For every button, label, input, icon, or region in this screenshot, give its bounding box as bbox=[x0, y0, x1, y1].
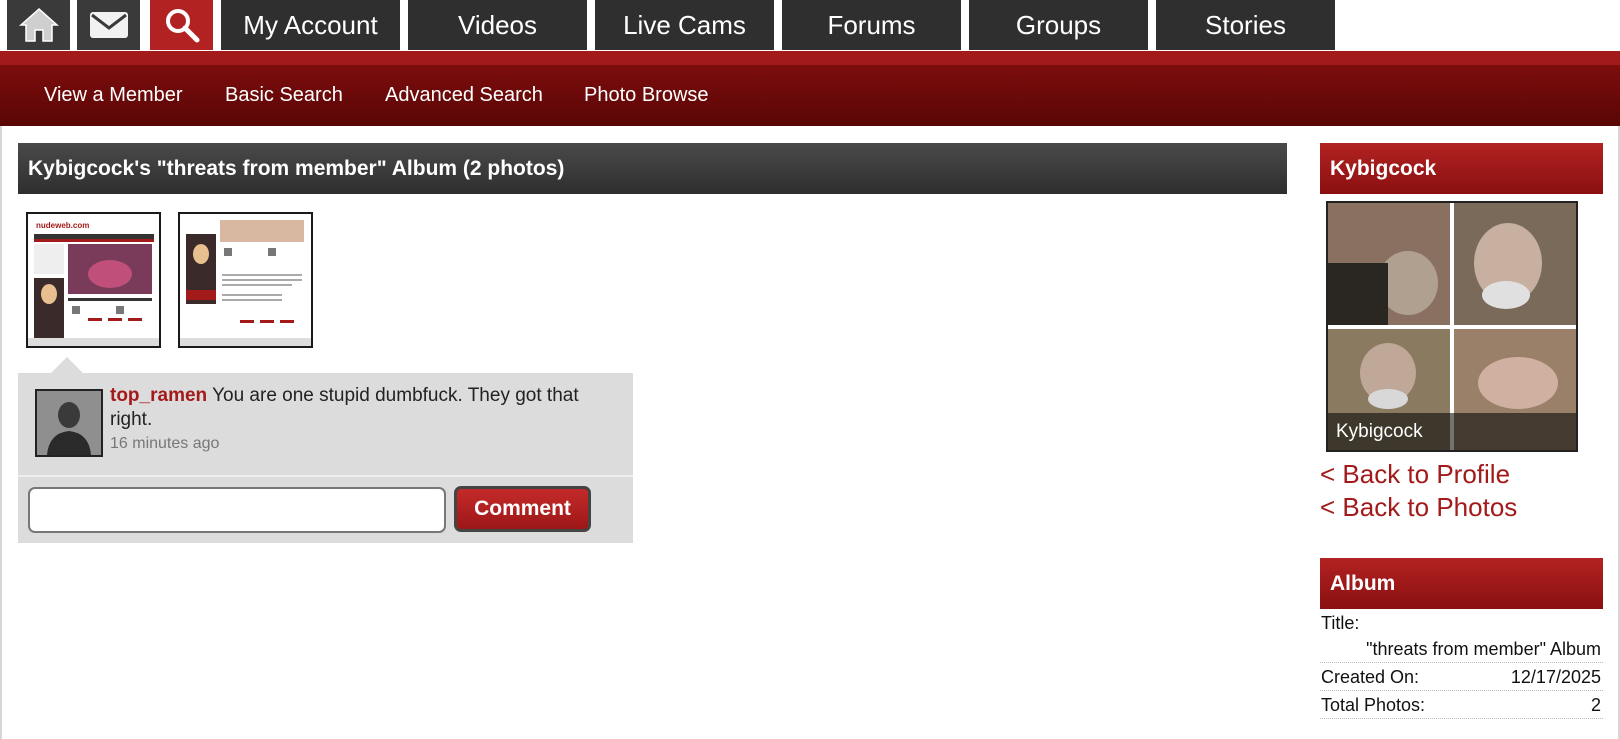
tab-stories[interactable]: Stories bbox=[1156, 0, 1335, 50]
top-navigation: My Account Videos Live Cams Forums Group… bbox=[0, 0, 1620, 52]
screenshot-image bbox=[180, 214, 311, 346]
comment-button[interactable]: Comment bbox=[454, 486, 591, 532]
comment-divider bbox=[18, 475, 633, 477]
profile-caption: Kybigcock bbox=[1328, 413, 1576, 450]
mail-button[interactable] bbox=[77, 0, 140, 50]
avatar[interactable] bbox=[35, 389, 103, 457]
search-button[interactable] bbox=[150, 0, 213, 50]
back-to-photos-link[interactable]: < Back to Photos bbox=[1320, 492, 1517, 523]
album-title-label: Title: bbox=[1321, 613, 1360, 633]
tab-live-cams[interactable]: Live Cams bbox=[595, 0, 774, 50]
album-info-header: Album bbox=[1320, 558, 1603, 609]
created-on-value: 12/17/2025 bbox=[1510, 667, 1601, 687]
subnav-advanced-search[interactable]: Advanced Search bbox=[385, 84, 543, 107]
profile-title: Kybigcock bbox=[1330, 156, 1437, 180]
total-photos-value: 2 bbox=[1590, 695, 1601, 715]
back-to-profile-link[interactable]: < Back to Profile bbox=[1320, 459, 1510, 490]
album-info-title: Album bbox=[1330, 571, 1396, 595]
subnav-photo-browse[interactable]: Photo Browse bbox=[584, 84, 709, 107]
comment-pointer bbox=[50, 357, 84, 374]
sub-navigation: View a Member Basic Search Advanced Sear… bbox=[0, 65, 1620, 126]
nav-accent-bar bbox=[0, 51, 1620, 65]
mail-icon bbox=[89, 12, 128, 38]
home-icon bbox=[18, 7, 59, 42]
search-icon bbox=[165, 9, 199, 43]
tab-my-account[interactable]: My Account bbox=[221, 0, 400, 50]
tab-videos[interactable]: Videos bbox=[408, 0, 587, 50]
total-photos-label: Total Photos: bbox=[1321, 695, 1426, 715]
album-title-value-row: "threats from member" Album bbox=[1320, 636, 1603, 663]
tab-groups[interactable]: Groups bbox=[969, 0, 1148, 50]
created-on-label: Created On: bbox=[1321, 667, 1420, 687]
screenshot-image: nudeweb.com bbox=[28, 214, 159, 346]
created-on-row: Created On: 12/17/2025 bbox=[1320, 664, 1603, 691]
profile-photo[interactable]: Kybigcock bbox=[1326, 201, 1578, 452]
home-button[interactable] bbox=[7, 0, 70, 50]
subnav-view-member[interactable]: View a Member bbox=[44, 84, 183, 107]
tab-forums[interactable]: Forums bbox=[782, 0, 961, 50]
album-title: Kybigcock's "threats from member" Album … bbox=[28, 156, 565, 180]
comment-username[interactable]: top_ramen bbox=[110, 385, 207, 406]
user-silhouette-icon bbox=[37, 391, 101, 455]
album-title-value: "threats from member" Album bbox=[1366, 639, 1601, 659]
comment-input[interactable] bbox=[28, 487, 446, 533]
page-border-left bbox=[0, 126, 2, 739]
profile-header: Kybigcock bbox=[1320, 143, 1603, 194]
thumbnail-logo: nudeweb.com bbox=[36, 221, 89, 230]
total-photos-row: Total Photos: 2 bbox=[1320, 692, 1603, 719]
comment-timestamp: 16 minutes ago bbox=[110, 435, 220, 452]
subnav-basic-search[interactable]: Basic Search bbox=[225, 84, 343, 107]
album-header: Kybigcock's "threats from member" Album … bbox=[18, 143, 1287, 194]
album-title-label-row: Title: bbox=[1320, 610, 1603, 637]
comment-body: top_ramen You are one stupid dumbfuck. T… bbox=[110, 384, 620, 432]
photo-thumbnail-1[interactable]: nudeweb.com bbox=[26, 212, 161, 348]
photo-thumbnail-2[interactable] bbox=[178, 212, 313, 348]
